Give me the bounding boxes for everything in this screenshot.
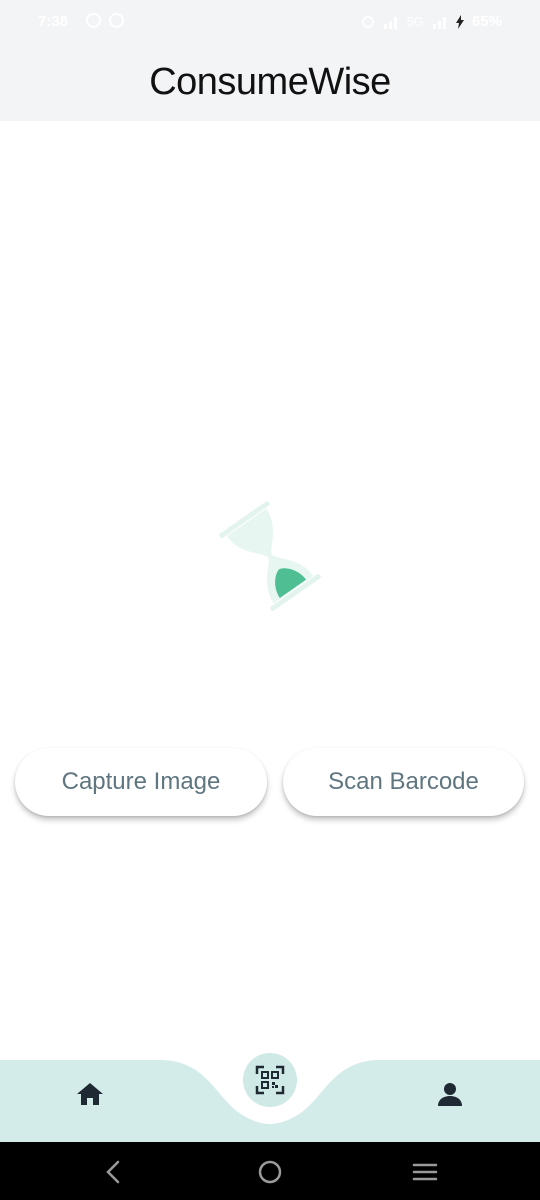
alarm-icon <box>361 15 374 28</box>
scan-barcode-button[interactable]: Scan Barcode <box>283 748 524 816</box>
notification-icons <box>86 13 124 28</box>
status-time: 7:38 <box>38 13 69 30</box>
signal-icon <box>383 16 397 29</box>
notification-icon <box>86 13 101 28</box>
phone-icon <box>109 13 124 28</box>
home-icon <box>77 1083 103 1105</box>
capture-image-button[interactable]: Capture Image <box>15 748 267 816</box>
hourglass-icon <box>219 501 321 611</box>
nav-item-scan[interactable] <box>243 1053 297 1107</box>
person-icon <box>438 1083 462 1106</box>
page-title: ConsumeWise <box>149 61 391 103</box>
qr-scan-icon <box>255 1065 285 1095</box>
bottom-nav <box>0 1040 540 1142</box>
signal-icon <box>432 16 446 29</box>
back-icon[interactable] <box>100 1158 128 1186</box>
system-nav-bar <box>0 1142 540 1200</box>
app-header: ConsumeWise <box>0 44 540 121</box>
nav-item-profile[interactable] <box>432 1078 468 1110</box>
status-indicators: 5G 65% <box>361 13 502 30</box>
status-bar: 7:38 5G 65% <box>0 0 540 44</box>
battery-level: 65% <box>471 13 502 30</box>
charging-icon <box>455 14 464 29</box>
nav-item-home[interactable] <box>72 1078 108 1110</box>
home-circle-icon[interactable] <box>256 1158 284 1186</box>
main-content: Capture Image Scan Barcode <box>0 121 540 1060</box>
network-type: 5G <box>406 14 424 29</box>
recents-icon[interactable] <box>411 1158 439 1186</box>
